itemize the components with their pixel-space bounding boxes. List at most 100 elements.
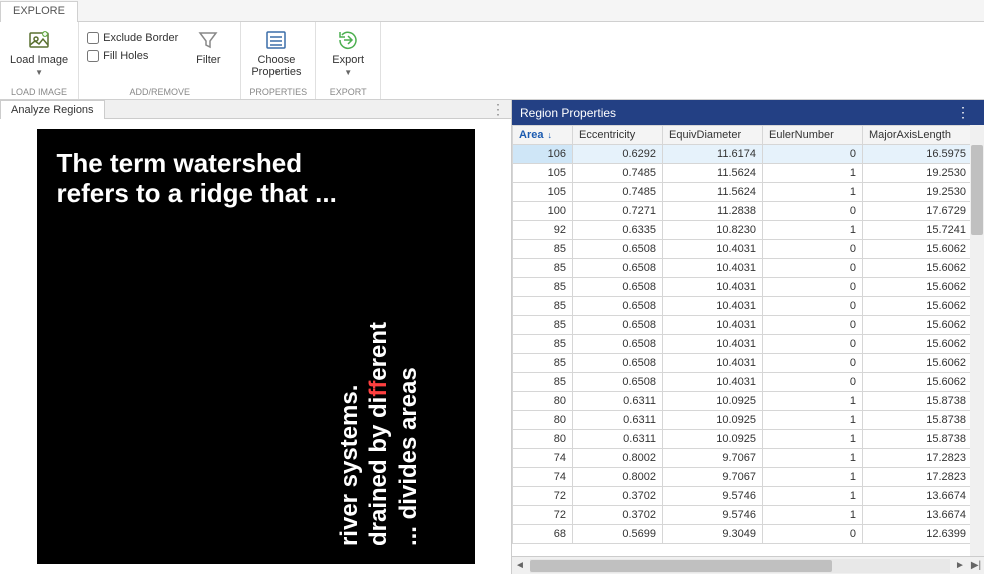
table-cell[interactable]: 0.6311 [573,392,663,411]
table-row[interactable]: 1050.748511.5624119.2530 [513,164,984,183]
table-cell[interactable]: 17.2823 [863,449,973,468]
table-cell[interactable]: 9.5746 [663,506,763,525]
table-cell[interactable]: 13.6674 [863,487,973,506]
table-row[interactable]: 680.56999.3049012.6399 [513,525,984,544]
table-cell[interactable]: 0.6508 [573,335,663,354]
right-pane-menu[interactable]: ⋮ [950,104,976,121]
table-cell[interactable]: 0 [763,373,863,392]
table-cell[interactable]: 15.6062 [863,278,973,297]
table-cell[interactable]: 17.6729 [863,202,973,221]
table-cell[interactable]: 0.6292 [573,145,663,164]
table-cell[interactable]: 0 [763,202,863,221]
table-row[interactable]: 850.650810.4031015.6062 [513,335,984,354]
table-cell[interactable]: 0 [763,259,863,278]
load-image-button[interactable]: Load Image ▼ [8,26,70,79]
table-cell[interactable]: 15.6062 [863,240,973,259]
table-cell[interactable]: 13.6674 [863,506,973,525]
table-cell[interactable]: 74 [513,468,573,487]
column-header[interactable]: MajorAxisLength [863,126,973,145]
table-cell[interactable]: 1 [763,183,863,202]
table-row[interactable]: 850.650810.4031015.6062 [513,297,984,316]
table-cell[interactable]: 15.6062 [863,335,973,354]
table-row[interactable]: 850.650810.4031015.6062 [513,278,984,297]
table-cell[interactable]: 1 [763,487,863,506]
table-cell[interactable]: 80 [513,411,573,430]
table-row[interactable]: 800.631110.0925115.8738 [513,392,984,411]
scroll-end-arrow[interactable]: ▶| [968,560,984,571]
table-cell[interactable]: 17.2823 [863,468,973,487]
table-cell[interactable]: 15.8738 [863,392,973,411]
table-cell[interactable]: 16.5975 [863,145,973,164]
table-cell[interactable]: 0 [763,240,863,259]
table-row[interactable]: 740.80029.7067117.2823 [513,449,984,468]
table-row[interactable]: 720.37029.5746113.6674 [513,506,984,525]
table-cell[interactable]: 0 [763,335,863,354]
table-cell[interactable]: 85 [513,240,573,259]
table-cell[interactable]: 9.7067 [663,449,763,468]
table-cell[interactable]: 1 [763,164,863,183]
table-cell[interactable]: 0.7485 [573,183,663,202]
table-cell[interactable]: 0.8002 [573,449,663,468]
table-row[interactable]: 1050.748511.5624119.2530 [513,183,984,202]
table-row[interactable]: 800.631110.0925115.8738 [513,430,984,449]
table-row[interactable]: 740.80029.7067117.2823 [513,468,984,487]
fill-holes-checkbox[interactable]: Fill Holes [87,48,178,64]
table-cell[interactable]: 0 [763,297,863,316]
table-cell[interactable]: 80 [513,392,573,411]
table-cell[interactable]: 10.0925 [663,430,763,449]
table-cell[interactable]: 0 [763,278,863,297]
table-row[interactable]: 850.650810.4031015.6062 [513,259,984,278]
table-cell[interactable]: 15.7241 [863,221,973,240]
table-cell[interactable]: 80 [513,430,573,449]
table-cell[interactable]: 0 [763,145,863,164]
image-canvas[interactable]: The term watershed refers to a ridge tha… [37,129,475,564]
table-cell[interactable]: 0.5699 [573,525,663,544]
table-cell[interactable]: 15.8738 [863,411,973,430]
table-cell[interactable]: 106 [513,145,573,164]
table-cell[interactable]: 1 [763,506,863,525]
tab-analyze-regions[interactable]: Analyze Regions [0,100,105,119]
table-cell[interactable]: 1 [763,449,863,468]
table-cell[interactable]: 85 [513,335,573,354]
table-cell[interactable]: 0.7271 [573,202,663,221]
table-cell[interactable]: 15.6062 [863,259,973,278]
table-cell[interactable]: 10.4031 [663,240,763,259]
hscroll-thumb[interactable] [530,560,832,572]
table-cell[interactable]: 11.5624 [663,183,763,202]
table-cell[interactable]: 0.8002 [573,468,663,487]
table-cell[interactable]: 85 [513,373,573,392]
table-cell[interactable]: 72 [513,487,573,506]
table-cell[interactable]: 9.5746 [663,487,763,506]
table-cell[interactable]: 85 [513,278,573,297]
table-row[interactable]: 850.650810.4031015.6062 [513,316,984,335]
column-header[interactable]: Eccentricity [573,126,663,145]
table-cell[interactable]: 15.6062 [863,373,973,392]
table-cell[interactable]: 100 [513,202,573,221]
table-cell[interactable]: 85 [513,354,573,373]
table-cell[interactable]: 0.6335 [573,221,663,240]
table-cell[interactable]: 11.6174 [663,145,763,164]
table-cell[interactable]: 0.3702 [573,506,663,525]
table-cell[interactable]: 0 [763,354,863,373]
table-cell[interactable]: 0.6508 [573,278,663,297]
table-cell[interactable]: 85 [513,297,573,316]
table-cell[interactable]: 0.6311 [573,411,663,430]
scroll-right-arrow[interactable]: ► [952,560,968,571]
table-cell[interactable]: 85 [513,316,573,335]
ribbon-tab-explore[interactable]: EXPLORE [0,1,78,22]
vertical-scroll-thumb[interactable] [971,145,983,235]
column-header[interactable]: Area↓ [513,126,573,145]
table-cell[interactable]: 1 [763,430,863,449]
filter-button[interactable]: Filter [184,26,232,68]
table-cell[interactable]: 0.7485 [573,164,663,183]
table-cell[interactable]: 92 [513,221,573,240]
hscroll-track[interactable] [530,559,950,573]
table-row[interactable]: 850.650810.4031015.6062 [513,240,984,259]
table-cell[interactable]: 0 [763,316,863,335]
table-row[interactable]: 720.37029.5746113.6674 [513,487,984,506]
table-cell[interactable]: 11.2838 [663,202,763,221]
table-cell[interactable]: 0.6508 [573,316,663,335]
table-cell[interactable]: 72 [513,506,573,525]
table-cell[interactable]: 10.4031 [663,316,763,335]
table-cell[interactable]: 10.4031 [663,354,763,373]
